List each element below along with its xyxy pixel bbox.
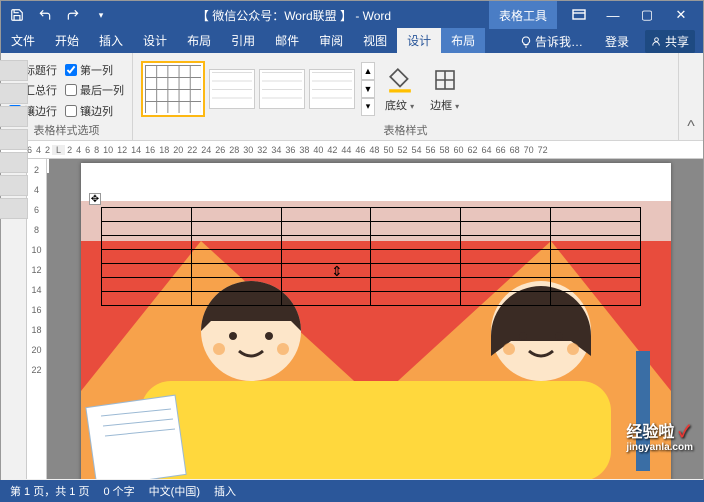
ribbon-tabs: 文件 开始 插入 设计 布局 引用 邮件 审阅 视图 设计 布局 告诉我… 登录… (1, 29, 703, 53)
window-title: 【 微信公众号：Word联盟 】 - Word (111, 7, 477, 24)
tab-insert[interactable]: 插入 (89, 28, 133, 53)
nav-thumb[interactable] (0, 106, 28, 127)
window-controls: — ▢ ✕ (557, 7, 703, 23)
gallery-scroller: ▲ ▼ ▾ (361, 62, 375, 116)
borders-icon (431, 65, 459, 95)
check-first-col[interactable]: 第一列 (65, 61, 124, 79)
table-style-thumb[interactable] (259, 69, 305, 109)
tab-view[interactable]: 视图 (353, 28, 397, 53)
blurred-region (47, 159, 67, 219)
nav-thumb[interactable] (0, 175, 28, 196)
table-style-current[interactable] (141, 61, 205, 117)
check-banded-cols[interactable]: 镶边列 (65, 102, 124, 120)
nav-thumb[interactable] (0, 83, 28, 104)
check-last-col[interactable]: 最后一列 (65, 82, 124, 100)
group-label-table-styles: 表格样式 (141, 120, 670, 138)
signin-button[interactable]: 登录 (599, 30, 635, 53)
maximize-icon[interactable]: ▢ (639, 7, 655, 23)
vertical-ruler[interactable]: 246810121416182022 (27, 159, 47, 479)
status-page[interactable]: 第 1 页，共 1 页 (10, 483, 89, 499)
lightbulb-icon (520, 36, 532, 48)
nav-thumb[interactable] (0, 60, 28, 81)
ribbon-body: 标题行 第一列 汇总行 最后一列 镶边行 镶边列 表格样式选项 ▲ ▼ ▾ 底 (1, 53, 703, 141)
status-mode[interactable]: 插入 (214, 483, 236, 499)
nav-thumb[interactable] (0, 198, 28, 219)
save-icon[interactable] (7, 5, 27, 25)
collapse-ribbon-icon[interactable]: ^ (679, 53, 703, 140)
tab-review[interactable]: 审阅 (309, 28, 353, 53)
share-button[interactable]: 共享 (645, 30, 695, 53)
close-icon[interactable]: ✕ (673, 7, 689, 23)
watermark: 经验啦 ✓ jingyanla.com (626, 418, 693, 453)
borders-button[interactable]: 边框 ▾ (424, 61, 465, 117)
quick-access-toolbar: ▾ (1, 5, 111, 25)
gallery-up-icon[interactable]: ▲ (361, 62, 375, 80)
minimize-icon[interactable]: — (605, 7, 621, 23)
gallery-down-icon[interactable]: ▼ (361, 80, 375, 98)
page: ✥ ⇕ (81, 163, 671, 479)
share-label: 共享 (665, 33, 689, 50)
tell-me-label: 告诉我… (535, 33, 583, 50)
tab-table-design[interactable]: 设计 (397, 28, 441, 53)
tab-mail[interactable]: 邮件 (265, 28, 309, 53)
horizontal-ruler[interactable]: 642 L 2468101214161820222426283032343638… (1, 141, 703, 159)
person-icon (651, 36, 662, 47)
table-move-handle[interactable]: ✥ (89, 193, 101, 205)
document-table[interactable] (101, 207, 641, 306)
tab-references[interactable]: 引用 (221, 28, 265, 53)
tell-me-search[interactable]: 告诉我… (514, 30, 589, 53)
qat-dropdown-icon[interactable]: ▾ (91, 5, 111, 25)
tab-file[interactable]: 文件 (1, 28, 45, 53)
status-lang[interactable]: 中文(中国) (149, 483, 200, 499)
gallery-more-icon[interactable]: ▾ (361, 98, 375, 116)
undo-icon[interactable] (35, 5, 55, 25)
group-table-styles: ▲ ▼ ▾ 底纹 ▾ 边框 ▾ 表格样式 (133, 53, 679, 140)
tab-design[interactable]: 设计 (133, 28, 177, 53)
table-style-thumb[interactable] (309, 69, 355, 109)
workspace: 246810121416182022 (1, 159, 703, 479)
shading-button[interactable]: 底纹 ▾ (379, 61, 420, 117)
document-canvas[interactable]: ✥ ⇕ 经验啦 ✓ jingyanla.com (47, 159, 703, 479)
navigation-pane-collapsed[interactable] (1, 159, 27, 479)
nav-thumb[interactable] (0, 152, 28, 173)
bucket-icon (386, 65, 414, 95)
title-bar: ▾ 【 微信公众号：Word联盟 】 - Word 表格工具 — ▢ ✕ (1, 1, 703, 29)
tab-home[interactable]: 开始 (45, 28, 89, 53)
redo-icon[interactable] (63, 5, 83, 25)
tab-table-layout[interactable]: 布局 (441, 28, 485, 53)
ribbon-display-options-icon[interactable] (571, 7, 587, 23)
tab-layout[interactable]: 布局 (177, 28, 221, 53)
row-resize-cursor-icon: ⇕ (331, 263, 343, 280)
status-words[interactable]: 0 个字 (103, 483, 134, 499)
nav-thumb[interactable] (0, 129, 28, 150)
status-bar: 第 1 页，共 1 页 0 个字 中文(中国) 插入 (0, 480, 704, 502)
table-tools-contextual-tab: 表格工具 (489, 1, 557, 29)
table-style-thumb[interactable] (209, 69, 255, 109)
